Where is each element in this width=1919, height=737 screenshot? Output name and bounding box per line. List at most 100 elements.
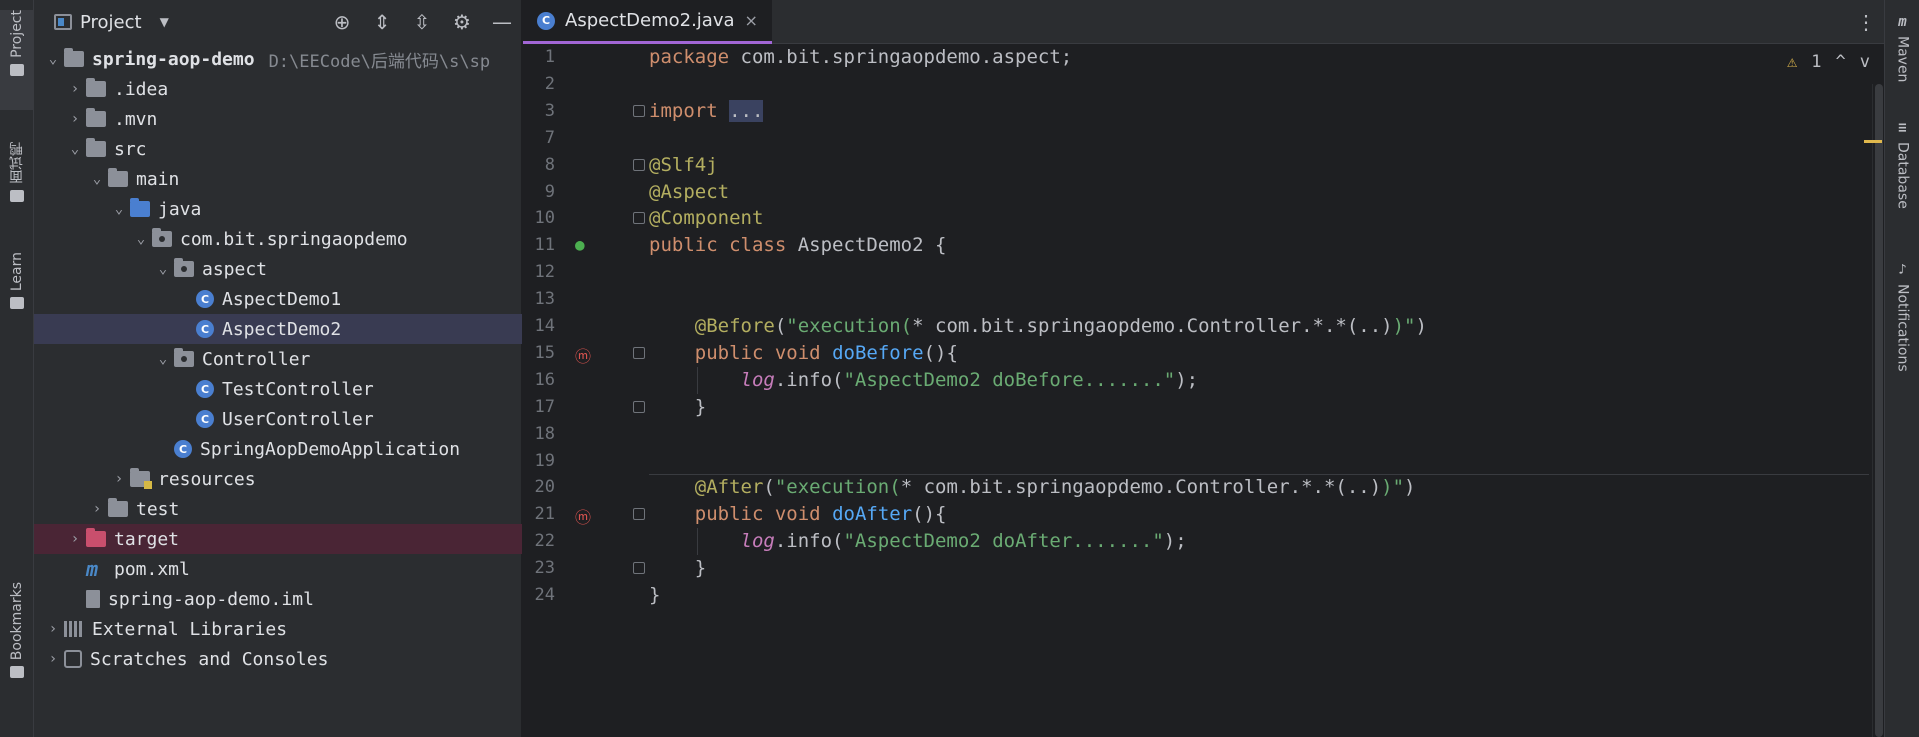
spring-bean-icon[interactable]: ●	[575, 235, 585, 254]
tree-node[interactable]: ⌄ aspect	[34, 254, 522, 284]
tree-node[interactable]: C AspectDemo1	[34, 284, 522, 314]
chevron-down-icon[interactable]: ⌄	[42, 51, 64, 67]
chevron-down-icon[interactable]: ⌄	[130, 231, 152, 247]
code-token: * com.bit.springaopdemo.Controller.*.*(.…	[912, 315, 1393, 337]
tree-node[interactable]: ⌄ spring-aop-demo D:\EECode\后端代码\s\sp	[34, 44, 522, 74]
source-folder-icon	[130, 198, 150, 217]
line-number: 7	[544, 127, 555, 148]
tree-node[interactable]: ⌄ Controller	[34, 344, 522, 374]
fold-marker[interactable]	[633, 400, 645, 413]
tool-tab-database[interactable]: ≡ Database	[1885, 120, 1919, 240]
tree-node[interactable]: › .mvn	[34, 104, 522, 134]
chevron-down-icon[interactable]: ⌄	[108, 201, 130, 217]
chevron-down-icon[interactable]: ▼	[160, 15, 169, 29]
code-line: log.info("AspectDemo2 doAfter.......");	[649, 528, 1187, 555]
resources-folder-icon	[130, 468, 152, 489]
bell-icon: ♪	[1898, 262, 1907, 278]
tree-node[interactable]: ⌄ main	[34, 164, 522, 194]
chevron-right-icon[interactable]: ›	[64, 531, 86, 547]
tool-tab-mianshiya-label: 面试鸭	[9, 142, 25, 184]
fold-marker[interactable]	[633, 562, 645, 575]
line-number: 9	[544, 181, 555, 202]
tree-node[interactable]: ⌄ java	[34, 194, 522, 224]
tool-tab-learn[interactable]: Learn	[0, 252, 34, 332]
tree-node[interactable]: ⌄ com.bit.springaopdemo	[34, 224, 522, 254]
chevron-right-icon[interactable]: ›	[42, 621, 64, 637]
tree-node[interactable]: › External Libraries	[34, 614, 522, 644]
folder-icon	[86, 138, 106, 157]
fold-marker[interactable]	[633, 508, 645, 521]
chevron-right-icon[interactable]: ›	[42, 651, 64, 667]
fold-marker[interactable]	[633, 212, 645, 225]
tool-tab-bookmarks[interactable]: Bookmarks	[0, 582, 34, 702]
chevron-down-icon[interactable]: ⌄	[64, 141, 86, 157]
tree-node-label: pom.xml	[114, 558, 190, 580]
libraries-icon	[64, 621, 84, 637]
code-line: public class AspectDemo2 {	[649, 232, 946, 259]
fold-marker[interactable]	[633, 104, 645, 117]
line-number: 14	[534, 316, 555, 336]
expand-all-icon[interactable]: ⇕	[371, 10, 393, 34]
tree-node[interactable]: m pom.xml	[34, 554, 522, 584]
inspection-widget[interactable]: ⚠ 1 ^ v	[1787, 52, 1870, 72]
tool-tab-project[interactable]: Project	[0, 10, 34, 110]
code-token: public class	[649, 234, 787, 257]
more-icon[interactable]: ⋮	[1856, 10, 1876, 34]
chevron-down-icon[interactable]: ⌄	[152, 261, 174, 277]
gear-icon[interactable]: ⚙	[451, 10, 473, 34]
line-number: 18	[534, 423, 555, 444]
aop-advice-icon[interactable]: ⓜ	[575, 343, 591, 367]
tree-node-label: UserController	[222, 408, 374, 430]
chevron-down-icon[interactable]: ⌄	[152, 351, 174, 367]
code-token: log	[740, 368, 775, 391]
code-token: )"	[1381, 476, 1405, 499]
line-number: 8	[544, 154, 555, 175]
tree-node[interactable]: ⌄ src	[34, 134, 522, 164]
chevron-down-icon[interactable]: ⌄	[86, 171, 108, 187]
scroll-thumb[interactable]	[1875, 84, 1883, 737]
chevron-right-icon[interactable]: ›	[86, 501, 108, 517]
line-number: 10	[534, 208, 555, 229]
chevron-up-icon[interactable]: ^	[1836, 52, 1846, 72]
code-line: @Component	[649, 205, 763, 232]
tool-tab-maven[interactable]: m Maven	[1885, 14, 1919, 104]
line-number: 15	[534, 342, 555, 363]
tree-node[interactable]: spring-aop-demo.iml	[34, 584, 522, 614]
chevron-right-icon[interactable]: ›	[64, 81, 86, 97]
tree-node[interactable]: › resources	[34, 464, 522, 494]
fold-marker[interactable]	[633, 158, 645, 171]
code-token[interactable]: ...	[729, 99, 764, 122]
code-area[interactable]: package com.bit.springaopdemo.aspect; imp…	[649, 44, 1869, 737]
target-icon[interactable]: ⊕	[331, 10, 353, 34]
tree-node[interactable]: C UserController	[34, 404, 522, 434]
code-token: @Component	[649, 207, 764, 230]
editor-scrollbar[interactable]	[1872, 84, 1884, 737]
close-icon[interactable]: ×	[745, 11, 758, 30]
tree-node[interactable]: C AspectDemo2	[34, 314, 522, 344]
chevron-right-icon[interactable]: ›	[108, 471, 130, 487]
code-token: @Slf4j	[649, 153, 718, 176]
tree-node[interactable]: › test	[34, 494, 522, 524]
warning-stripe-marker[interactable]	[1864, 140, 1882, 143]
editor-tab-bar: C AspectDemo2.java × ⋮	[523, 0, 1884, 44]
tree-node[interactable]: C TestController	[34, 374, 522, 404]
project-title[interactable]: Project	[80, 12, 142, 33]
minimize-icon[interactable]: —	[491, 10, 513, 34]
tree-node[interactable]: › target	[34, 524, 522, 554]
tool-tab-learn-label: Learn	[9, 252, 25, 292]
code-token: doBefore	[832, 341, 924, 364]
tool-tab-mianshiya[interactable]: 面试鸭	[0, 142, 34, 232]
tree-node[interactable]: C SpringAopDemoApplication	[34, 434, 522, 464]
aop-advice-icon[interactable]: ⓜ	[575, 504, 591, 528]
fold-marker[interactable]	[633, 346, 645, 359]
tool-tab-notifications[interactable]: ♪ Notifications	[1885, 262, 1919, 422]
tree-node[interactable]: › Scratches and Consoles	[34, 644, 522, 674]
editor-tab-active[interactable]: C AspectDemo2.java ×	[523, 0, 772, 44]
collapse-all-icon[interactable]: ⇳	[411, 10, 433, 34]
chevron-right-icon[interactable]: ›	[64, 111, 86, 127]
tree-node[interactable]: › .idea	[34, 74, 522, 104]
chevron-down-icon[interactable]: v	[1860, 52, 1870, 72]
